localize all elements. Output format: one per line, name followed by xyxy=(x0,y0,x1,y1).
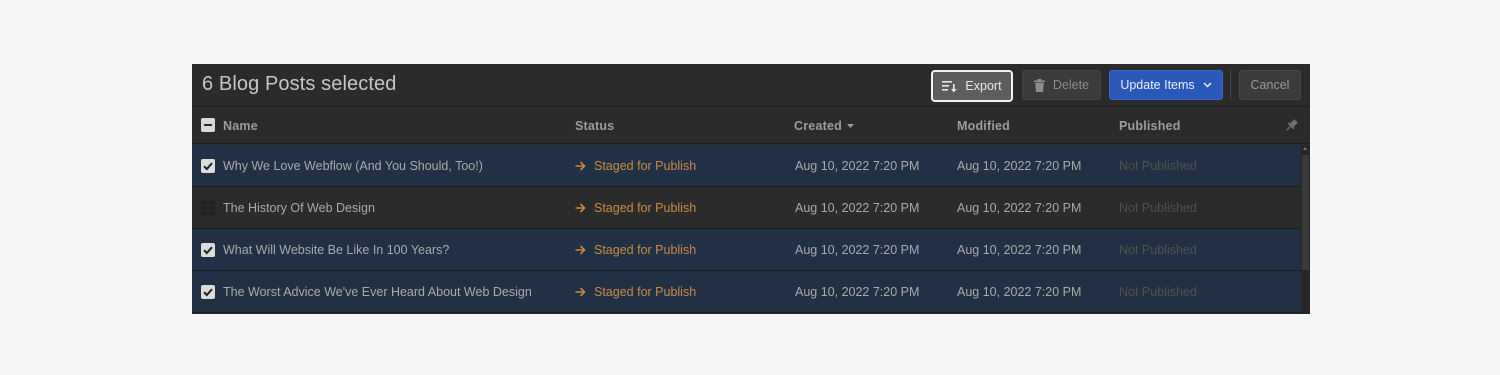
row-name: The Worst Advice We've Ever Heard About … xyxy=(223,285,532,299)
row-modified: Aug 10, 2022 7:20 PM xyxy=(957,201,1082,215)
table-row[interactable]: The Worst Advice We've Ever Heard About … xyxy=(192,271,1301,313)
arrow-right-icon xyxy=(575,287,586,297)
chevron-down-icon xyxy=(1203,82,1212,88)
row-checkbox[interactable] xyxy=(201,285,215,299)
table-row[interactable]: The History Of Web Design Aug 10, 2022 7:… xyxy=(192,187,1301,229)
selection-toolbar: 6 Blog Posts selected Export Delete Upda… xyxy=(192,64,1310,107)
table-body: Why We Love Webflow (And You Should, Too… xyxy=(192,145,1301,314)
row-name: What Will Website Be Like In 100 Years? xyxy=(223,243,450,257)
row-name: Why We Love Webflow (And You Should, Too… xyxy=(223,159,483,173)
row-checkbox[interactable] xyxy=(201,201,215,215)
bulk-edit-panel: 6 Blog Posts selected Export Delete Upda… xyxy=(192,64,1310,314)
export-list-icon xyxy=(942,80,958,93)
update-items-label: Update Items xyxy=(1120,78,1195,92)
column-header-created-label: Created xyxy=(794,119,842,133)
update-items-button[interactable]: Update Items xyxy=(1109,70,1223,100)
export-label: Export xyxy=(965,79,1002,93)
column-header-status[interactable]: Status xyxy=(575,119,614,133)
row-status-label: Staged for Publish xyxy=(594,159,697,173)
table-row[interactable]: Why We Love Webflow (And You Should, Too… xyxy=(192,145,1301,187)
row-created: Aug 10, 2022 7:20 PM xyxy=(795,285,920,299)
row-published: Not Published xyxy=(1119,285,1197,299)
selection-title: 6 Blog Posts selected xyxy=(202,73,397,95)
row-published: Not Published xyxy=(1119,159,1197,173)
row-status: Staged for Publish xyxy=(575,243,696,257)
row-checkbox[interactable] xyxy=(201,159,215,173)
row-status-label: Staged for Publish xyxy=(594,201,697,215)
delete-label: Delete xyxy=(1052,78,1090,92)
arrow-right-icon xyxy=(575,161,586,171)
row-modified: Aug 10, 2022 7:20 PM xyxy=(957,285,1082,299)
table-header: Name Status Created Modified Published xyxy=(192,107,1310,144)
row-created: Aug 10, 2022 7:20 PM xyxy=(795,243,920,257)
column-header-created[interactable]: Created xyxy=(794,119,854,133)
toolbar-divider xyxy=(1230,70,1231,100)
row-published: Not Published xyxy=(1119,243,1197,257)
table-row[interactable]: What Will Website Be Like In 100 Years? A… xyxy=(192,229,1301,271)
scroll-thumb[interactable] xyxy=(1302,155,1309,270)
delete-button[interactable]: Delete xyxy=(1022,70,1101,100)
row-status: Staged for Publish xyxy=(575,285,696,299)
row-published: Not Published xyxy=(1119,201,1197,215)
arrow-right-icon xyxy=(575,203,586,213)
select-all-checkbox[interactable] xyxy=(201,118,215,132)
scroll-up-arrow[interactable] xyxy=(1303,147,1307,150)
row-created: Aug 10, 2022 7:20 PM xyxy=(795,159,920,173)
trash-icon xyxy=(1033,78,1045,92)
arrow-right-icon xyxy=(575,245,586,255)
column-header-published[interactable]: Published xyxy=(1119,119,1181,133)
pin-icon[interactable] xyxy=(1284,118,1299,138)
column-header-modified[interactable]: Modified xyxy=(957,119,1010,133)
export-button[interactable]: Export xyxy=(931,70,1013,102)
sort-down-icon xyxy=(846,124,854,128)
row-status-label: Staged for Publish xyxy=(594,243,697,257)
row-status: Staged for Publish xyxy=(575,159,696,173)
scrollbar[interactable] xyxy=(1301,145,1310,314)
checkmark-icon xyxy=(203,246,213,255)
row-status: Staged for Publish xyxy=(575,201,696,215)
checkmark-icon xyxy=(203,162,213,171)
cancel-label: Cancel xyxy=(1250,78,1290,92)
checkmark-icon xyxy=(203,288,213,297)
row-modified: Aug 10, 2022 7:20 PM xyxy=(957,159,1082,173)
row-name: The History Of Web Design xyxy=(223,201,375,215)
row-created: Aug 10, 2022 7:20 PM xyxy=(795,201,920,215)
row-status-label: Staged for Publish xyxy=(594,285,697,299)
cancel-button[interactable]: Cancel xyxy=(1239,70,1301,100)
column-header-name[interactable]: Name xyxy=(223,119,258,133)
row-checkbox[interactable] xyxy=(201,243,215,257)
row-modified: Aug 10, 2022 7:20 PM xyxy=(957,243,1082,257)
